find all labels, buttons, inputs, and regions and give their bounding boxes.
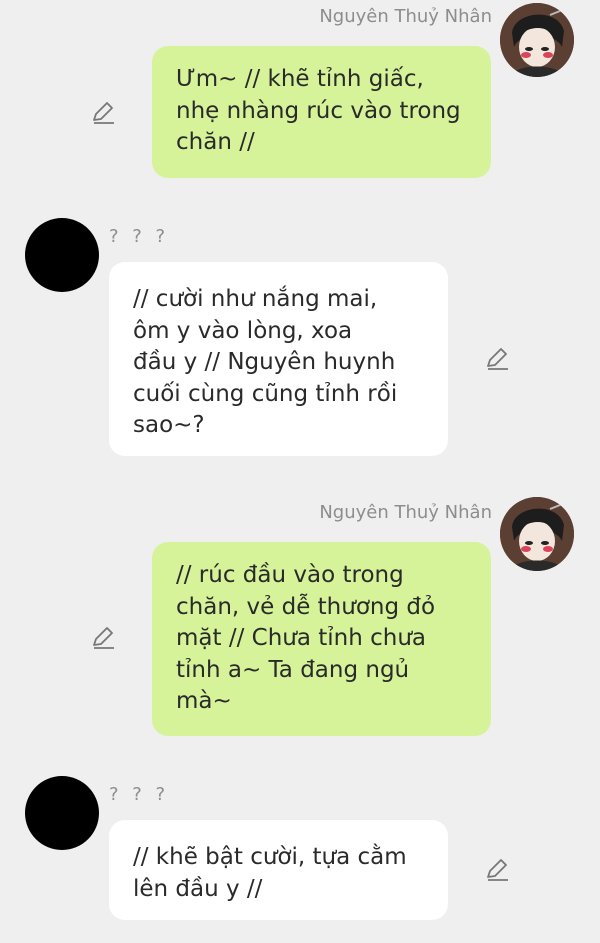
message-bubble: // khẽ bật cười, tựa cằm lên đầu y //: [109, 820, 448, 920]
anime-character-avatar-icon: [500, 497, 574, 571]
pencil-icon[interactable]: [484, 346, 510, 372]
anime-character-avatar-icon: [500, 3, 574, 77]
other-avatar[interactable]: [25, 218, 99, 292]
sender-name: ? ? ?: [109, 226, 170, 247]
message-bubble: Ưm~ // khẽ tỉnh giấc, nhẹ nhàng rúc vào …: [152, 46, 491, 178]
user-avatar[interactable]: [500, 497, 574, 571]
pencil-icon[interactable]: [90, 625, 116, 651]
sender-name: Nguyên Thuỷ Nhân: [319, 502, 492, 523]
pencil-icon[interactable]: [484, 857, 510, 883]
user-avatar[interactable]: [500, 3, 574, 77]
sender-name: Nguyên Thuỷ Nhân: [319, 6, 492, 27]
sender-name: ? ? ?: [109, 784, 170, 805]
message-bubble: // rúc đầu vào trong chăn, vẻ dễ thương …: [152, 542, 491, 736]
message-bubble: // cười như nắng mai, ôm y vào lòng, xoa…: [109, 262, 448, 456]
other-avatar[interactable]: [25, 776, 99, 850]
pencil-icon[interactable]: [90, 100, 116, 126]
